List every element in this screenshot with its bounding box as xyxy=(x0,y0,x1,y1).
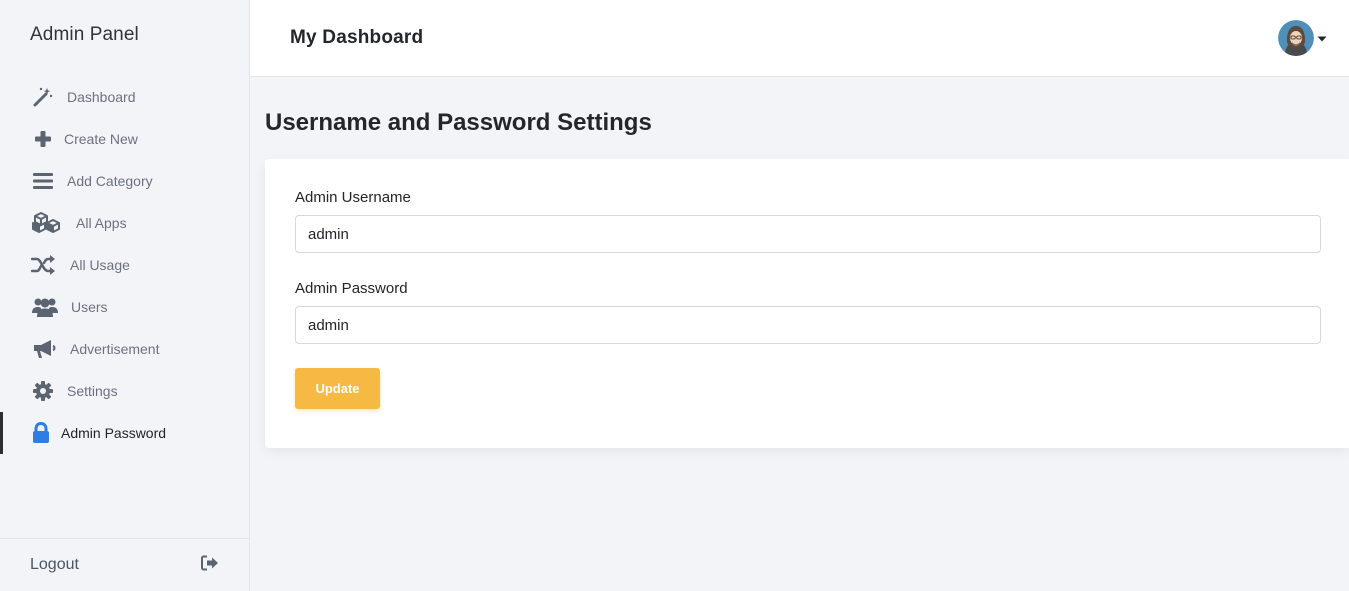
plus-icon xyxy=(31,127,55,151)
sidebar-item-dashboard[interactable]: Dashboard xyxy=(0,76,249,118)
username-group: Admin Username xyxy=(295,189,1321,253)
password-group: Admin Password xyxy=(295,280,1321,344)
sidebar-item-settings[interactable]: Settings xyxy=(0,370,249,412)
sign-out-icon[interactable] xyxy=(201,555,219,576)
users-icon xyxy=(31,295,59,319)
sidebar-item-label: All Apps xyxy=(76,215,127,231)
topbar: My Dashboard xyxy=(250,0,1349,77)
avatar[interactable] xyxy=(1278,20,1314,56)
sidebar: Admin Panel Dashboard Create New Add Cat… xyxy=(0,0,250,591)
gear-icon xyxy=(31,379,55,403)
sidebar-item-label: Create New xyxy=(64,131,138,147)
user-menu[interactable] xyxy=(1278,20,1327,56)
lock-icon xyxy=(29,421,53,445)
password-input[interactable] xyxy=(295,306,1321,344)
content-section: Username and Password Settings Admin Use… xyxy=(250,109,1349,448)
brand-title: Admin Panel xyxy=(30,24,139,45)
sidebar-item-create-new[interactable]: Create New xyxy=(0,118,249,160)
magic-wand-icon xyxy=(31,85,55,109)
sidebar-item-label: Advertisement xyxy=(70,341,160,357)
sidebar-item-label: Admin Password xyxy=(61,425,167,441)
megaphone-icon xyxy=(31,337,57,361)
sidebar-item-add-category[interactable]: Add Category xyxy=(0,160,249,202)
logout-link[interactable]: Logout xyxy=(0,538,249,591)
chevron-down-icon[interactable] xyxy=(1317,29,1327,47)
section-title: Username and Password Settings xyxy=(265,109,652,136)
sidebar-item-all-apps[interactable]: All Apps xyxy=(0,202,249,244)
sidebar-item-label: All Usage xyxy=(70,257,130,273)
cubes-icon xyxy=(31,211,61,235)
username-label: Admin Username xyxy=(295,189,411,206)
page-title: My Dashboard xyxy=(290,27,424,48)
sidebar-item-label: Settings xyxy=(67,383,118,399)
bars-icon xyxy=(31,169,55,193)
shuffle-icon xyxy=(31,253,55,277)
main-area: My Dashboard Username and Password Setti… xyxy=(250,0,1349,591)
sidebar-item-all-usage[interactable]: All Usage xyxy=(0,244,249,286)
sidebar-item-label: Users xyxy=(71,299,108,315)
sidebar-item-label: Add Category xyxy=(67,173,153,189)
sidebar-item-advertisement[interactable]: Advertisement xyxy=(0,328,249,370)
sidebar-item-label: Dashboard xyxy=(67,89,136,105)
sidebar-item-admin-password[interactable]: Admin Password xyxy=(0,412,249,454)
username-input[interactable] xyxy=(295,215,1321,253)
app-root: Admin Panel Dashboard Create New Add Cat… xyxy=(0,0,1349,591)
sidebar-nav: Dashboard Create New Add Category All Ap… xyxy=(0,76,249,454)
sidebar-item-users[interactable]: Users xyxy=(0,286,249,328)
logout-label: Logout xyxy=(30,556,79,573)
credentials-form: Admin Username Admin Password Update xyxy=(265,159,1349,448)
password-label: Admin Password xyxy=(295,280,408,297)
update-button[interactable]: Update xyxy=(295,368,380,409)
